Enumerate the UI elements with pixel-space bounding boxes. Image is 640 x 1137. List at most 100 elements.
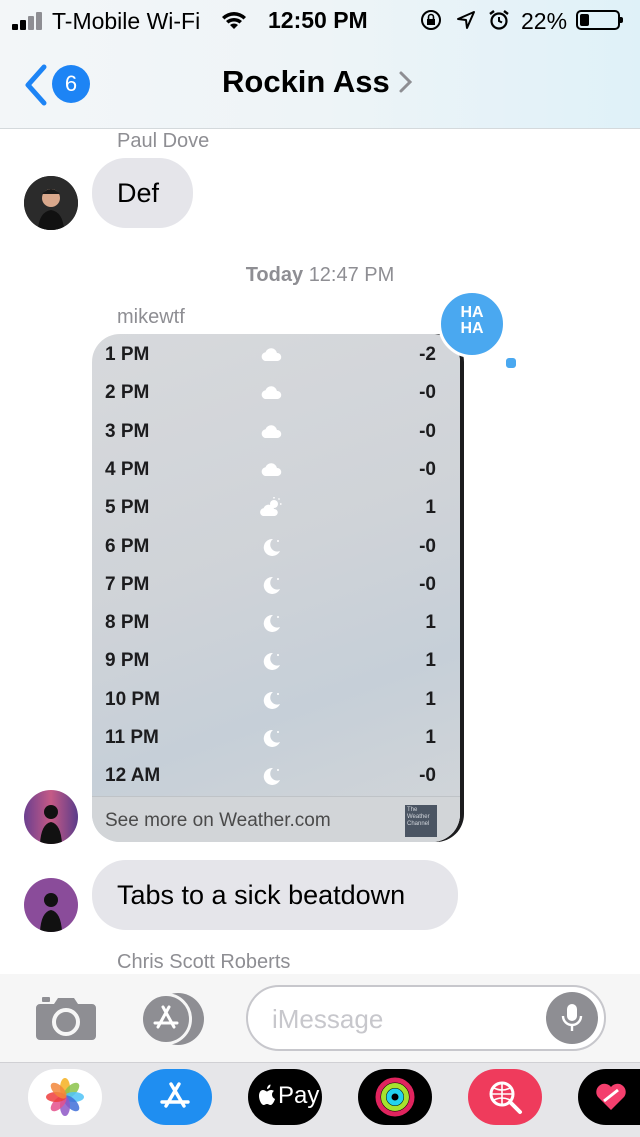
heart-app-button[interactable] bbox=[578, 1069, 640, 1125]
weather-forecast-card[interactable]: 1 PM -2 2 PM -0 3 PM -0 4 PM -0 5 PM 1 6 PM -0 7 PM -… bbox=[92, 334, 460, 842]
weather-hour: 6 PM bbox=[105, 535, 150, 557]
battery-icon bbox=[576, 10, 623, 30]
weather-temperature: -0 bbox=[419, 535, 436, 557]
app-store-button[interactable] bbox=[140, 993, 208, 1045]
avatar-mike[interactable] bbox=[24, 790, 78, 844]
haha-tapback-icon[interactable]: HA HA bbox=[438, 290, 506, 358]
weather-temperature: -0 bbox=[419, 573, 436, 595]
weather-row: 7 PM -0 bbox=[92, 566, 460, 604]
microphone-icon bbox=[561, 1004, 583, 1031]
signal-strength-icon bbox=[12, 12, 48, 30]
unread-count-badge[interactable]: 6 bbox=[52, 65, 90, 103]
weather-temperature: 1 bbox=[425, 612, 436, 634]
moon-icon bbox=[258, 610, 284, 636]
photos-icon bbox=[46, 1078, 84, 1116]
web-search-icon bbox=[489, 1081, 522, 1114]
cloud-icon bbox=[258, 457, 284, 483]
weather-hour: 10 PM bbox=[105, 688, 160, 710]
moon-icon bbox=[258, 648, 284, 674]
timestamp-day: Today bbox=[245, 264, 304, 286]
weather-hour: 9 PM bbox=[105, 650, 150, 672]
weather-row: 6 PM -0 bbox=[92, 528, 460, 566]
weather-temperature: -0 bbox=[419, 458, 436, 480]
microphone-button[interactable] bbox=[546, 992, 598, 1044]
weather-temperature: -0 bbox=[419, 765, 436, 787]
cloud-icon bbox=[258, 380, 284, 406]
message-thread[interactable]: Paul Dove Def Today 12:47 PM mikewtf 1 P… bbox=[0, 128, 640, 974]
compose-bar: iMessage bbox=[0, 974, 640, 1062]
battery-percentage: 22% bbox=[521, 8, 568, 34]
timestamp: Today 12:47 PM bbox=[0, 264, 640, 287]
cloud-icon bbox=[258, 342, 284, 368]
chevron-right-icon bbox=[399, 71, 413, 93]
avatar-paul[interactable] bbox=[24, 176, 78, 230]
moon-icon bbox=[258, 725, 284, 751]
carrier-name: T-Mobile Wi-Fi bbox=[52, 8, 201, 34]
weather-channel-logo: The Weather Channel bbox=[405, 805, 437, 837]
moon-icon bbox=[258, 572, 284, 598]
status-bar: T-Mobile Wi-Fi 12:50 PM 22% bbox=[0, 0, 640, 40]
message-bubble-paul[interactable]: Def bbox=[92, 158, 193, 228]
weather-hour: 4 PM bbox=[105, 458, 150, 480]
weather-footer[interactable]: See more on Weather.com The Weather Chan… bbox=[92, 796, 460, 842]
weather-hour: 3 PM bbox=[105, 420, 150, 442]
weather-hour: 5 PM bbox=[105, 497, 150, 519]
tapback-tail bbox=[504, 356, 518, 370]
weather-row: 10 PM 1 bbox=[92, 681, 460, 719]
weather-row: 2 PM -0 bbox=[92, 374, 460, 412]
photos-app-button[interactable] bbox=[28, 1069, 102, 1125]
weather-temperature: -0 bbox=[419, 382, 436, 404]
apple-pay-label: Pay bbox=[278, 1082, 320, 1109]
cloud-icon bbox=[258, 419, 284, 445]
weather-row: 1 PM -2 bbox=[92, 336, 460, 374]
weather-row: 11 PM 1 bbox=[92, 719, 460, 757]
alarm-icon bbox=[489, 10, 509, 30]
weather-hour: 7 PM bbox=[105, 573, 150, 595]
message-bubble-mike[interactable]: Tabs to a sick beatdown bbox=[92, 860, 458, 930]
weather-row: 8 PM 1 bbox=[92, 604, 460, 642]
weather-hour: 8 PM bbox=[105, 612, 150, 634]
weather-hour: 12 AM bbox=[105, 765, 161, 787]
weather-temperature: -0 bbox=[419, 420, 436, 442]
apple-pay-app-button[interactable]: Pay bbox=[248, 1069, 322, 1125]
weather-row: 9 PM 1 bbox=[92, 642, 460, 680]
weather-temperature: -2 bbox=[419, 344, 436, 365]
message-text: Def bbox=[117, 178, 160, 208]
weather-row: 3 PM -0 bbox=[92, 413, 460, 451]
weather-hour: 11 PM bbox=[105, 727, 159, 748]
moon-icon bbox=[258, 687, 284, 713]
sender-name-mike: mikewtf bbox=[117, 306, 185, 328]
moon-icon bbox=[258, 534, 284, 560]
web-search-app-button[interactable] bbox=[468, 1069, 542, 1125]
weather-hour: 1 PM bbox=[105, 344, 150, 365]
heart-app-icon bbox=[596, 1083, 626, 1110]
person-silhouette-icon bbox=[24, 878, 78, 932]
imessage-input[interactable]: iMessage bbox=[246, 985, 606, 1051]
activity-icon bbox=[375, 1077, 415, 1117]
imessage-placeholder: iMessage bbox=[272, 1004, 384, 1034]
imessage-app-drawer: Pay bbox=[0, 1062, 640, 1137]
person-photo-icon bbox=[24, 176, 78, 230]
wifi-icon bbox=[222, 12, 246, 29]
camera-icon[interactable] bbox=[34, 994, 98, 1042]
weather-row: 12 AM -0 bbox=[92, 757, 460, 795]
partly-cloudy-icon bbox=[258, 495, 284, 521]
tapback-text: HA HA bbox=[460, 304, 484, 337]
weather-link[interactable]: See more on Weather.com bbox=[105, 810, 331, 832]
app-store-icon bbox=[153, 1005, 179, 1029]
avatar-mike-2[interactable] bbox=[24, 878, 78, 932]
weather-row: 5 PM 1 bbox=[92, 489, 460, 527]
person-silhouette-icon bbox=[24, 790, 78, 844]
navigation-header: T-Mobile Wi-Fi 12:50 PM 22% 6 Rockin Ass bbox=[0, 0, 640, 129]
clock: 12:50 PM bbox=[268, 7, 368, 33]
moon-icon bbox=[258, 763, 284, 789]
conversation-title[interactable]: Rockin Ass bbox=[222, 64, 413, 104]
back-chevron-icon[interactable] bbox=[24, 64, 48, 106]
rotation-lock-icon bbox=[421, 10, 441, 30]
weather-temperature: 1 bbox=[425, 727, 436, 748]
sender-name-paul: Paul Dove bbox=[117, 130, 210, 152]
sender-name-chris: Chris Scott Roberts bbox=[117, 951, 291, 973]
weather-temperature: 1 bbox=[425, 650, 436, 672]
app-store-app-button[interactable] bbox=[138, 1069, 212, 1125]
activity-app-button[interactable] bbox=[358, 1069, 432, 1125]
